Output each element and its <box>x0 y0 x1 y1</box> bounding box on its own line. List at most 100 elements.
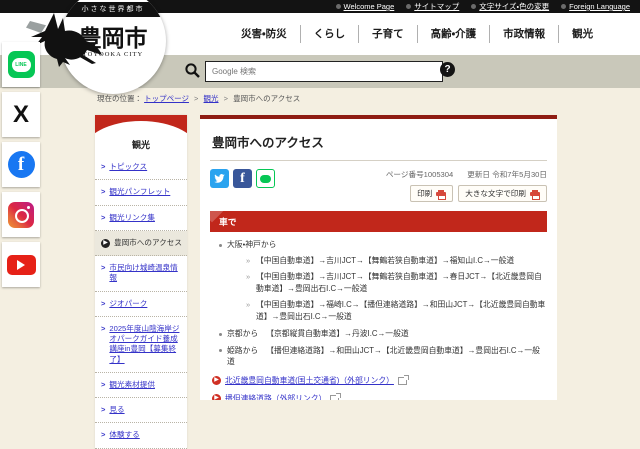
logo-city-name: 豊岡市 <box>60 19 166 53</box>
sidebar-item-label: 見る <box>109 405 124 415</box>
breadcrumb-separator: > <box>224 94 228 103</box>
print-large-button-label: 大きな文字で印刷 <box>465 188 526 199</box>
sitemap-label: サイトマップ <box>414 1 459 12</box>
bullet-icon <box>471 4 476 9</box>
text-size-color-link[interactable]: 文字サイズ・色の変更 <box>471 1 549 12</box>
help-icon[interactable]: ? <box>440 62 455 77</box>
section-header-car: 車で <box>210 211 547 232</box>
route-text: 【播但連絡道路】→和田山JCT→【北近畿豊岡自動車道】→豊岡出石I.C→一般道 <box>227 346 540 367</box>
sidebar-item-geopark[interactable]: > ジオパーク <box>95 292 187 317</box>
external-link-expressway[interactable]: ▶ 北近畿豊岡自動車道(国土交通省)（外部リンク） <box>212 375 547 386</box>
welcome-page-link[interactable]: Welcome Page <box>336 2 395 11</box>
nav-city-info[interactable]: 市政情報 <box>489 25 558 43</box>
sidebar-item-label: 観光素材提供 <box>109 380 155 390</box>
route-item: 【中国自動車道】→吉川JCT→【舞鶴若狭自動車道】→春日JCT→【北近畿豊岡自動… <box>246 271 547 295</box>
instagram-button[interactable] <box>2 192 40 237</box>
route-item: 【中国自動車道】→福崎I.C→【播但連絡道路】→和田山JCT→【北近畿豊岡自動車… <box>246 299 547 323</box>
breadcrumb: 現在の位置： トップページ > 観光 > 豊岡市へのアクセス <box>97 93 300 104</box>
main-nav: 災害・防災 くらし 子育て 高齢・介護 市政情報 観光 <box>228 13 606 55</box>
nav-senior-care[interactable]: 高齢・介護 <box>417 25 490 43</box>
chevron-right-icon: > <box>101 299 105 309</box>
sidebar-item-experience[interactable]: > 体験する <box>95 423 187 448</box>
breadcrumb-prefix: 現在の位置： <box>97 94 142 103</box>
sidebar-item-label: 2025年度山陰海岸ジオパークガイド養成講座in豊岡【募集終了】 <box>109 324 184 365</box>
share-icons: f <box>210 169 275 188</box>
external-window-icon <box>330 395 339 400</box>
chevron-right-icon: > <box>101 324 105 334</box>
twitter-icon <box>213 172 226 185</box>
route-group-osaka-kobe: 大阪・神戸から <box>218 239 547 251</box>
sidebar-item-label: 観光パンフレット <box>109 187 170 197</box>
search-input[interactable] <box>205 61 443 82</box>
sidebar-item-kinosaki-onsen[interactable]: > 市民向け城崎温泉情報 <box>95 256 187 292</box>
share-meta-row: f ページ番号1005304 更新日 令和7年5月30日 印刷 大きな文字で印刷 <box>210 169 547 202</box>
facebook-share-button[interactable]: f <box>233 169 252 188</box>
external-window-icon <box>398 377 407 385</box>
bullet-icon <box>336 4 341 9</box>
breadcrumb-home-link[interactable]: トップページ <box>144 94 189 103</box>
updated-date: 更新日 令和7年5月30日 <box>467 169 547 180</box>
external-link-bantan-road[interactable]: ▶ 播但連絡道路（外部リンク） <box>212 393 547 400</box>
route-group-himeji: 姫路から【播但連絡道路】→和田山JCT→【北近畿豊岡自動車道】→豊岡出石I.C→… <box>218 345 547 368</box>
page-title: 豊岡市へのアクセス <box>212 132 547 151</box>
sidebar-item-geopark-course[interactable]: > 2025年度山陰海岸ジオパークガイド養成講座in豊岡【募集終了】 <box>95 317 187 373</box>
sidebar-item-links[interactable]: > 観光リンク集 <box>95 206 187 231</box>
nav-living[interactable]: くらし <box>300 25 359 43</box>
x-icon: X <box>13 103 29 127</box>
youtube-button[interactable] <box>2 242 40 287</box>
print-buttons: 印刷 大きな文字で印刷 <box>410 185 547 202</box>
printer-icon <box>436 190 446 198</box>
current-page-icon: ▶ <box>101 239 110 248</box>
chevron-right-icon: > <box>101 380 105 390</box>
social-sidebar: LINE X f <box>2 42 40 292</box>
line-share-button[interactable] <box>256 169 275 188</box>
nav-disaster[interactable]: 災害・防災 <box>228 25 300 43</box>
foreign-language-link[interactable]: Foreign Language <box>561 2 630 11</box>
sidebar-item-topics[interactable]: > トピックス <box>95 155 187 180</box>
print-button[interactable]: 印刷 <box>410 185 453 202</box>
twitter-share-button[interactable] <box>210 169 229 188</box>
nav-tourism[interactable]: 観光 <box>558 25 606 43</box>
line-icon <box>260 175 271 183</box>
text-size-color-label: 文字サイズ・色の変更 <box>479 1 549 12</box>
circle-arrow-icon: ▶ <box>212 394 221 400</box>
sidebar-item-materials[interactable]: > 観光素材提供 <box>95 373 187 398</box>
route-group-label: 姫路から <box>227 346 258 355</box>
sidebar-item-label: ジオパーク <box>109 299 147 309</box>
bullet-icon <box>561 4 566 9</box>
external-link-label: 播但連絡道路（外部リンク） <box>225 393 326 400</box>
line-icon-label: LINE <box>12 58 31 72</box>
printer-icon <box>530 190 540 198</box>
facebook-button[interactable]: f <box>2 142 40 187</box>
search-icon[interactable] <box>184 62 201 79</box>
bullet-icon <box>406 4 411 9</box>
logo-tagline: 小さな世界都市 <box>60 2 166 17</box>
sidebar-item-pamphlet[interactable]: > 観光パンフレット <box>95 180 187 205</box>
route-group-label: 京都から <box>227 329 258 338</box>
route-item: 【中国自動車道】→吉川JCT→【舞鶴若狭自動車道】→福知山I.C→一般道 <box>246 255 547 267</box>
top-utility-links: Welcome Page サイトマップ 文字サイズ・色の変更 Foreign L… <box>336 0 630 13</box>
print-large-button[interactable]: 大きな文字で印刷 <box>458 185 547 202</box>
x-button[interactable]: X <box>2 92 40 137</box>
page-meta: ページ番号1005304 更新日 令和7年5月30日 印刷 大きな文字で印刷 <box>386 169 547 202</box>
sidebar-item-access-current[interactable]: ▶ 豊岡市へのアクセス <box>95 231 187 256</box>
route-group-kyoto: 京都から【京都縦貫自動車道】→丹波I.C→一般道 <box>218 328 547 340</box>
sidebar-item-label: トピックス <box>109 162 147 172</box>
nav-childcare[interactable]: 子育て <box>358 25 417 43</box>
breadcrumb-tourism-link[interactable]: 観光 <box>204 94 219 103</box>
line-button[interactable]: LINE <box>2 42 40 87</box>
main-content: 豊岡市へのアクセス f ページ番号1005304 更新日 令和7年5月30日 印… <box>200 115 557 400</box>
sidebar-item-label: 体験する <box>109 430 139 440</box>
line-icon: LINE <box>8 51 35 78</box>
sidebar-item-see[interactable]: > 見る <box>95 398 187 423</box>
title-divider <box>210 160 547 161</box>
sitemap-link[interactable]: サイトマップ <box>406 1 459 12</box>
sidebar-item-label: 市民向け城崎温泉情報 <box>109 263 184 284</box>
route-text: 【京都縦貫自動車道】→丹波I.C→一般道 <box>266 329 409 338</box>
chevron-right-icon: > <box>101 213 105 223</box>
external-link-label: 北近畿豊岡自動車道(国土交通省)（外部リンク） <box>225 375 394 386</box>
facebook-icon: f <box>8 151 35 178</box>
sidebar-header: 観光 <box>95 115 187 155</box>
page-number: ページ番号1005304 <box>386 169 453 180</box>
chevron-right-icon: > <box>101 263 105 273</box>
